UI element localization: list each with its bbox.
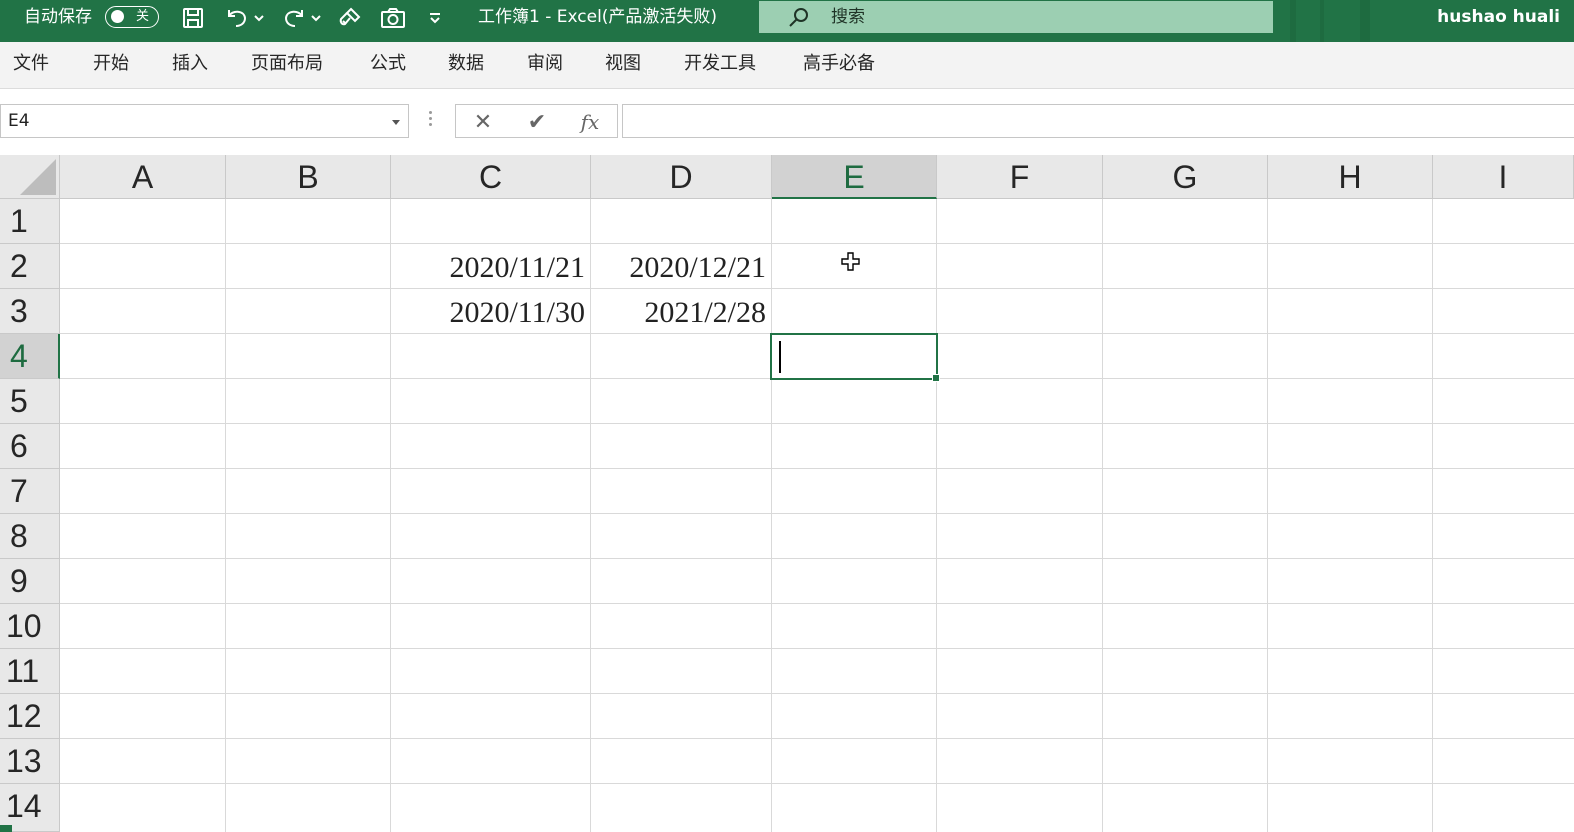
gridline [60, 603, 1574, 604]
tab-view[interactable]: 视图 [605, 53, 641, 75]
user-name[interactable]: hushao huali [1437, 7, 1560, 27]
toggle-knob [111, 10, 124, 23]
title-decoration [1320, 0, 1324, 42]
tab-data[interactable]: 数据 [448, 53, 484, 75]
column-header-a[interactable]: A [60, 155, 226, 199]
column-header-d[interactable]: D [591, 155, 772, 199]
title-bar: 自动保存 关 工作簿1 - Excel(产品激活失败) 搜索 hushao hu… [0, 0, 1574, 42]
save-icon[interactable] [178, 5, 208, 31]
tab-file[interactable]: 文件 [13, 53, 49, 75]
gridline [60, 243, 1574, 244]
tab-review[interactable]: 审阅 [527, 53, 563, 75]
row-header-10[interactable]: 10 [0, 604, 60, 649]
title-decoration [1360, 0, 1370, 42]
row-header-13[interactable]: 13 [0, 739, 60, 784]
cell-c3[interactable]: 2020/11/30 [391, 289, 585, 334]
formula-bar: E4 ✕ ✔ fx [0, 89, 1574, 155]
row-header-5[interactable]: 5 [0, 379, 60, 424]
enter-icon[interactable]: ✔ [524, 109, 550, 135]
active-cell-e4[interactable] [770, 333, 940, 382]
row-header-3[interactable]: 3 [0, 289, 60, 334]
cell-d3[interactable]: 2021/2/28 [591, 289, 766, 334]
formula-buttons: ✕ ✔ fx [455, 104, 618, 138]
row-header-8[interactable]: 8 [0, 514, 60, 559]
undo-icon[interactable] [222, 5, 252, 31]
ribbon-tabs: 文件 开始 插入 页面布局 公式 数据 审阅 视图 开发工具 高手必备 [0, 42, 1574, 89]
select-all-icon [20, 159, 56, 195]
chevron-down-icon[interactable] [392, 120, 400, 125]
resize-handle-icon[interactable] [429, 111, 433, 129]
row-header-6[interactable]: 6 [0, 424, 60, 469]
column-header-i[interactable]: I [1433, 155, 1574, 199]
gridline [60, 693, 1574, 694]
tab-home[interactable]: 开始 [93, 53, 129, 75]
cell-d2[interactable]: 2020/12/21 [591, 244, 766, 289]
column-header-e[interactable]: E [772, 155, 937, 199]
autosave-state: 关 [136, 9, 150, 24]
gridline [60, 288, 1574, 289]
tab-insert[interactable]: 插入 [172, 53, 208, 75]
column-header-b[interactable]: B [226, 155, 391, 199]
tab-formulas[interactable]: 公式 [370, 53, 406, 75]
autosave-label: 自动保存 [24, 7, 92, 27]
row-header-12[interactable]: 12 [0, 694, 60, 739]
gridline [60, 738, 1574, 739]
cell-c2[interactable]: 2020/11/21 [391, 244, 585, 289]
gridline [60, 468, 1574, 469]
row-header-2[interactable]: 2 [0, 244, 60, 289]
redo-dropdown-icon[interactable] [309, 5, 323, 31]
camera-icon[interactable] [377, 5, 409, 31]
column-header-h[interactable]: H [1268, 155, 1433, 199]
customize-toolbar-icon[interactable] [424, 5, 446, 31]
row-header-11[interactable]: 11 [0, 649, 60, 694]
row-header-1[interactable]: 1 [0, 199, 60, 244]
row-header-4[interactable]: 4 [0, 334, 60, 379]
search-placeholder: 搜索 [831, 7, 865, 27]
title-decoration [1290, 0, 1296, 42]
name-box[interactable]: E4 [0, 104, 409, 138]
search-icon [789, 8, 808, 27]
cancel-icon[interactable]: ✕ [470, 109, 496, 135]
row-header-7[interactable]: 7 [0, 469, 60, 514]
text-caret [779, 341, 781, 373]
gridline [60, 558, 1574, 559]
redo-icon[interactable] [279, 5, 309, 31]
worksheet-grid: A B C D E F G H I 1 2 3 4 5 6 7 8 9 10 1… [0, 155, 1574, 832]
select-all-button[interactable] [0, 155, 60, 199]
insert-function-icon[interactable]: fx [577, 109, 603, 135]
format-painter-icon[interactable] [335, 5, 365, 31]
gridline [60, 783, 1574, 784]
cell-select-cursor-icon [841, 252, 860, 271]
autosave-toggle[interactable]: 关 [105, 6, 159, 28]
column-header-c[interactable]: C [391, 155, 591, 199]
name-box-value: E4 [8, 111, 30, 131]
search-box[interactable]: 搜索 [759, 1, 1273, 33]
tab-page-layout[interactable]: 页面布局 [251, 53, 323, 75]
row-header-9[interactable]: 9 [0, 559, 60, 604]
column-header-f[interactable]: F [937, 155, 1103, 199]
document-title: 工作簿1 - Excel(产品激活失败) [478, 7, 718, 27]
fill-handle[interactable] [932, 374, 940, 382]
undo-dropdown-icon[interactable] [252, 5, 266, 31]
gridline [60, 513, 1574, 514]
tab-expert-tools[interactable]: 高手必备 [803, 53, 875, 75]
column-header-g[interactable]: G [1103, 155, 1268, 199]
gridline [60, 648, 1574, 649]
gridline [60, 423, 1574, 424]
status-indicator [0, 825, 12, 832]
tab-developer[interactable]: 开发工具 [684, 53, 756, 75]
formula-input[interactable] [622, 104, 1574, 138]
